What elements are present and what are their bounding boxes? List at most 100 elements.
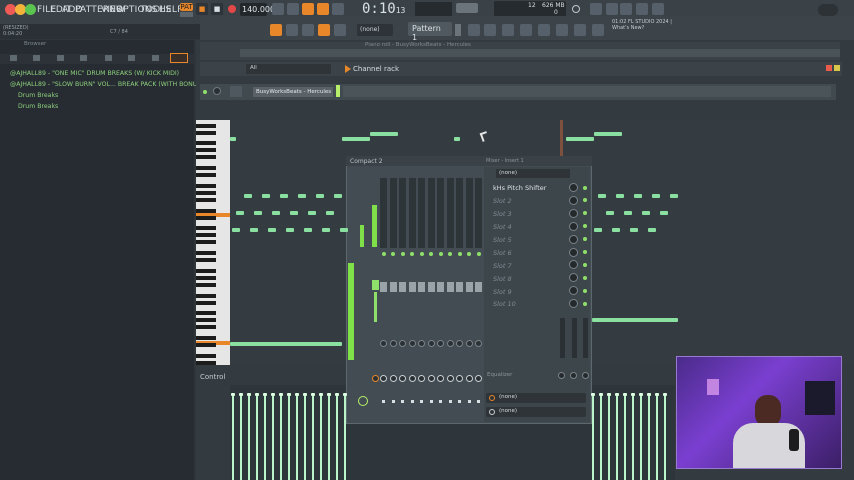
- velocity-handle[interactable]: [295, 393, 299, 396]
- mixer-send-knob[interactable]: [358, 396, 368, 406]
- blend-notes-button[interactable]: [332, 3, 344, 15]
- note[interactable]: [594, 228, 602, 232]
- countdown-button[interactable]: [302, 3, 314, 15]
- mixer-send-arrow[interactable]: [439, 400, 442, 403]
- black-key[interactable]: [196, 301, 216, 305]
- velocity-bar[interactable]: [632, 395, 634, 480]
- velocity-handle[interactable]: [607, 393, 611, 396]
- mixer-track-strip[interactable]: [399, 178, 406, 248]
- note[interactable]: [322, 228, 330, 232]
- mixer-send-arrow[interactable]: [382, 400, 385, 403]
- velocity-bar[interactable]: [592, 395, 594, 480]
- note[interactable]: [606, 211, 614, 215]
- mixer-fader[interactable]: [399, 282, 406, 292]
- velocity-handle[interactable]: [311, 393, 315, 396]
- mixer-fader[interactable]: [446, 282, 454, 292]
- velocity-bar[interactable]: [648, 395, 650, 480]
- mixer-route-button[interactable]: [380, 375, 387, 382]
- note[interactable]: [272, 211, 280, 215]
- mixer-track-strip[interactable]: [465, 178, 473, 248]
- velocity-bar[interactable]: [600, 395, 602, 480]
- mixer-track-led[interactable]: [410, 252, 414, 256]
- note[interactable]: [298, 194, 306, 198]
- black-key[interactable]: [196, 276, 216, 280]
- mixer-fader[interactable]: [418, 282, 425, 292]
- mixer-route-button[interactable]: [446, 375, 454, 382]
- note[interactable]: [648, 228, 656, 232]
- record-button[interactable]: [228, 5, 236, 13]
- browser-icon[interactable]: [556, 24, 568, 36]
- velocity-bar[interactable]: [328, 395, 330, 480]
- mixer-track-strip[interactable]: [475, 178, 482, 248]
- channel-pan-knob[interactable]: [213, 87, 221, 95]
- save-icon[interactable]: [636, 3, 648, 15]
- velocity-bar[interactable]: [256, 395, 258, 480]
- note[interactable]: [326, 211, 334, 215]
- snap-selector[interactable]: (none): [357, 24, 393, 36]
- black-key[interactable]: [196, 141, 216, 145]
- mixer-pan-knob[interactable]: [389, 340, 397, 347]
- fx-slot-knob[interactable]: [569, 208, 578, 218]
- fx-slot[interactable]: Slot 6: [493, 249, 512, 257]
- velocity-handle[interactable]: [255, 393, 259, 396]
- link-tool-icon[interactable]: [318, 24, 330, 36]
- mixer-route-button[interactable]: [475, 375, 482, 382]
- velocity-handle[interactable]: [271, 393, 275, 396]
- velocity-bar[interactable]: [240, 395, 242, 480]
- mixer-send-arrow[interactable]: [477, 400, 480, 403]
- velocity-handle[interactable]: [335, 393, 339, 396]
- maximize-icon[interactable]: [834, 65, 840, 71]
- fx-slot-led[interactable]: [583, 288, 587, 293]
- mixer-pan-knob[interactable]: [437, 340, 444, 347]
- browser-folder-icon[interactable]: [152, 55, 159, 61]
- mixer-fader[interactable]: [437, 282, 444, 292]
- script-output-icon[interactable]: [592, 24, 604, 36]
- metronome-button[interactable]: [272, 3, 284, 15]
- note[interactable]: [280, 194, 288, 198]
- fx-mix-fader[interactable]: [583, 318, 588, 358]
- velocity-handle[interactable]: [615, 393, 619, 396]
- note[interactable]: [316, 194, 324, 198]
- mixer-fader[interactable]: [389, 282, 397, 292]
- note[interactable]: [594, 132, 622, 136]
- fx-preset-selector[interactable]: (none): [496, 169, 570, 178]
- velocity-handle[interactable]: [591, 393, 595, 396]
- slice-tool-icon[interactable]: [334, 24, 346, 36]
- black-key[interactable]: [196, 184, 216, 188]
- mixer-track-strip[interactable]: [418, 178, 425, 248]
- note[interactable]: [308, 211, 316, 215]
- black-key[interactable]: [196, 155, 216, 159]
- velocity-bar[interactable]: [312, 395, 314, 480]
- mixer-track-strip[interactable]: [446, 178, 454, 248]
- mixer-track-strip[interactable]: [427, 178, 435, 248]
- note[interactable]: [244, 194, 252, 198]
- black-key[interactable]: [196, 240, 216, 244]
- mixer-route-button[interactable]: [427, 375, 435, 382]
- mixer-route-button[interactable]: [372, 375, 379, 382]
- note[interactable]: [250, 228, 258, 232]
- mixer-track-led[interactable]: [476, 252, 481, 256]
- velocity-handle[interactable]: [279, 393, 283, 396]
- note[interactable]: [612, 228, 620, 232]
- note[interactable]: [286, 228, 294, 232]
- mixer-pan-knob[interactable]: [399, 340, 406, 347]
- black-key[interactable]: [196, 226, 216, 230]
- velocity-bar[interactable]: [272, 395, 274, 480]
- mixer-pan-knob[interactable]: [446, 340, 454, 347]
- note[interactable]: [616, 194, 624, 198]
- stop-button[interactable]: ■: [211, 3, 223, 15]
- pattern-song-toggle[interactable]: PAT: [180, 3, 193, 11]
- black-key[interactable]: [196, 336, 216, 340]
- cut-icon[interactable]: [606, 3, 618, 15]
- mixer-route-button[interactable]: [465, 375, 473, 382]
- fx-slot[interactable]: Slot 7: [493, 262, 512, 270]
- black-key[interactable]: [196, 131, 216, 135]
- velocity-bar[interactable]: [624, 395, 626, 480]
- eq-band-knob[interactable]: [558, 372, 565, 379]
- fx-mix-fader[interactable]: [572, 318, 577, 358]
- note[interactable]: [630, 228, 638, 232]
- mixer-track-led[interactable]: [419, 252, 424, 256]
- mixer-pan-knob[interactable]: [475, 340, 482, 347]
- black-key[interactable]: [196, 354, 216, 358]
- mixer-send-arrow[interactable]: [429, 400, 433, 403]
